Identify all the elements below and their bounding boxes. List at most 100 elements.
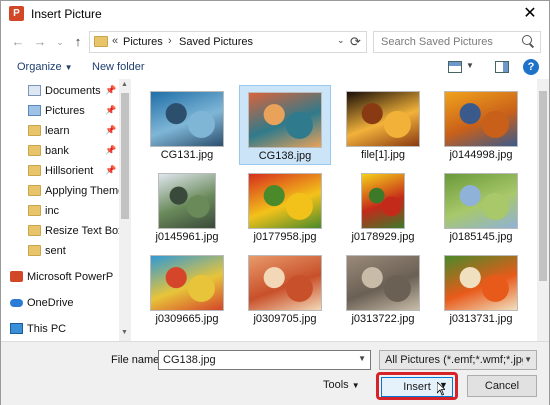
powerpoint-icon bbox=[10, 271, 23, 282]
change-view-icon[interactable] bbox=[448, 61, 462, 73]
view-options-chevron-icon[interactable]: ▼ bbox=[466, 61, 474, 70]
address-overflow[interactable]: « bbox=[112, 35, 118, 47]
sidebar-item-pictures[interactable]: Pictures 📌 bbox=[1, 101, 119, 121]
sidebar-item-documents[interactable]: Documents 📌 bbox=[1, 81, 119, 101]
image-thumbnail bbox=[150, 255, 224, 311]
file-tile[interactable]: j0309705.jpg bbox=[239, 249, 331, 329]
command-bar: Organize ▼ New folder ▼ ? bbox=[1, 57, 549, 79]
file-name-label: file[1].jpg bbox=[360, 149, 406, 161]
address-bar[interactable]: « Pictures › Saved Pictures ⌄ ⟳ bbox=[89, 31, 367, 53]
title-bar: P Insert Picture ✕ bbox=[1, 1, 549, 27]
file-tile[interactable]: j0178929.jpg bbox=[337, 167, 429, 247]
image-thumbnail bbox=[248, 92, 322, 148]
file-tile[interactable]: CG131.jpg bbox=[141, 85, 233, 165]
sidebar-item-label: Microsoft PowerP bbox=[27, 271, 114, 283]
file-list-scrollbar[interactable] bbox=[537, 79, 549, 341]
tools-label: Tools bbox=[323, 379, 349, 391]
file-name-label: j0178929.jpg bbox=[351, 231, 415, 243]
sidebar-item-bank[interactable]: bank 📌 bbox=[1, 141, 119, 161]
sidebar-item-label: learn bbox=[45, 125, 70, 137]
address-dropdown-icon[interactable]: ⌄ bbox=[337, 35, 345, 46]
dialog-footer: File name: CG138.jpg ▼ All Pictures (*.e… bbox=[1, 341, 549, 405]
refresh-icon[interactable]: ⟳ bbox=[350, 34, 361, 50]
image-thumbnail bbox=[248, 173, 322, 229]
file-tile[interactable]: j0313722.jpg bbox=[337, 249, 429, 329]
insert-options-chevron-icon[interactable]: ▼ bbox=[439, 380, 448, 390]
sidebar-scroll-thumb[interactable] bbox=[121, 93, 129, 219]
folder-icon bbox=[28, 145, 41, 156]
dialog-title: Insert Picture bbox=[31, 7, 102, 21]
breadcrumb-pictures[interactable]: Pictures bbox=[123, 36, 163, 48]
pin-icon: 📌 bbox=[105, 105, 117, 115]
image-thumbnail bbox=[444, 255, 518, 311]
scroll-up-icon[interactable]: ▲ bbox=[121, 81, 128, 88]
image-thumbnail bbox=[150, 91, 224, 147]
file-name-input[interactable]: CG138.jpg ▼ bbox=[158, 350, 371, 370]
sidebar-item-sent[interactable]: sent bbox=[1, 241, 119, 261]
folder-icon bbox=[28, 125, 41, 136]
file-name-label: CG131.jpg bbox=[160, 149, 214, 161]
image-thumbnail bbox=[346, 91, 420, 147]
file-name-label: j0309705.jpg bbox=[253, 313, 317, 325]
chevron-down-icon: ▼ bbox=[524, 355, 532, 364]
preview-pane-icon[interactable] bbox=[495, 61, 509, 73]
forward-arrow-icon[interactable]: → bbox=[31, 33, 49, 51]
sidebar-item-hillsorient[interactable]: Hillsorient 📌 bbox=[1, 161, 119, 181]
sidebar-item-inc[interactable]: inc bbox=[1, 201, 119, 221]
image-thumbnail bbox=[444, 91, 518, 147]
pin-icon: 📌 bbox=[105, 165, 117, 175]
new-folder-button[interactable]: New folder bbox=[92, 61, 145, 73]
organize-button[interactable]: Organize ▼ bbox=[17, 61, 73, 73]
file-name-label: j0313722.jpg bbox=[351, 313, 415, 325]
file-tile[interactable]: j0177958.jpg bbox=[239, 167, 331, 247]
file-list-scroll-thumb[interactable] bbox=[539, 91, 547, 281]
file-tile[interactable]: file[1].jpg bbox=[337, 85, 429, 165]
sidebar-item-resize-text-boxes[interactable]: Resize Text Boxes bbox=[1, 221, 131, 241]
sidebar-item-label: Applying Theme bbox=[45, 185, 125, 197]
close-button[interactable]: ✕ bbox=[519, 4, 541, 24]
folder-icon bbox=[28, 245, 41, 256]
scroll-down-icon[interactable]: ▼ bbox=[121, 329, 128, 336]
breadcrumb-saved-pictures[interactable]: Saved Pictures bbox=[179, 36, 253, 48]
chevron-down-icon: ▼ bbox=[351, 381, 360, 390]
recent-locations-icon[interactable]: ⌄ bbox=[51, 33, 69, 51]
sidebar-item-applying-theme[interactable]: Applying Theme bbox=[1, 181, 124, 201]
sidebar-item-label: This PC bbox=[27, 323, 67, 335]
sidebar-item-this-pc[interactable]: This PC bbox=[1, 319, 101, 339]
file-tile[interactable]: j0313731.jpg bbox=[435, 249, 527, 329]
sidebar-item-microsoft-powerpoint[interactable]: Microsoft PowerP bbox=[1, 267, 113, 287]
help-icon[interactable]: ? bbox=[523, 59, 539, 75]
search-input[interactable]: Search Saved Pictures bbox=[373, 31, 541, 53]
sidebar-item-label: Documents bbox=[45, 85, 101, 97]
pictures-icon bbox=[28, 105, 41, 116]
sidebar-item-label: inc bbox=[45, 205, 60, 217]
sidebar-item-label: sent bbox=[45, 245, 66, 257]
back-arrow-icon[interactable]: ← bbox=[9, 33, 27, 51]
navigation-bar: ← → ⌄ ↑ « Pictures › Saved Pictures ⌄ ⟳ … bbox=[1, 27, 549, 57]
sidebar-item-label: bank bbox=[45, 145, 69, 157]
sidebar-scrollbar[interactable]: ▲ ▼ bbox=[119, 79, 131, 341]
file-name-label: j0309665.jpg bbox=[155, 313, 219, 325]
search-icon bbox=[522, 35, 535, 48]
file-name-label: j0145961.jpg bbox=[155, 231, 219, 243]
sidebar-item-onedrive[interactable]: OneDrive bbox=[1, 293, 101, 313]
powerpoint-app-icon: P bbox=[9, 6, 24, 21]
image-thumbnail bbox=[361, 173, 405, 229]
file-tile[interactable]: j0185145.jpg bbox=[435, 167, 527, 247]
tools-button[interactable]: Tools ▼ bbox=[323, 379, 360, 391]
chevron-down-icon: ▼ bbox=[64, 63, 73, 72]
pin-icon: 📌 bbox=[105, 145, 117, 155]
file-tile[interactable]: j0309665.jpg bbox=[141, 249, 233, 329]
file-name-label: File name: bbox=[111, 354, 163, 366]
sidebar-item-learn[interactable]: learn 📌 bbox=[1, 121, 119, 141]
search-placeholder: Search Saved Pictures bbox=[381, 36, 493, 48]
cancel-button[interactable]: Cancel bbox=[467, 375, 537, 397]
file-tile[interactable]: j0145961.jpg bbox=[141, 167, 233, 247]
navigation-pane: Documents 📌 Pictures 📌 learn 📌 bank 📌 Hi… bbox=[1, 79, 131, 341]
file-name-label: j0177958.jpg bbox=[253, 231, 317, 243]
file-tile[interactable]: CG138.jpg bbox=[239, 85, 331, 165]
file-type-select[interactable]: All Pictures (*.emf;*.wmf;*.jpg;* ▼ bbox=[379, 350, 537, 370]
chevron-down-icon[interactable]: ▼ bbox=[358, 354, 366, 363]
file-tile[interactable]: j0144998.jpg bbox=[435, 85, 527, 165]
up-arrow-icon[interactable]: ↑ bbox=[69, 33, 87, 51]
